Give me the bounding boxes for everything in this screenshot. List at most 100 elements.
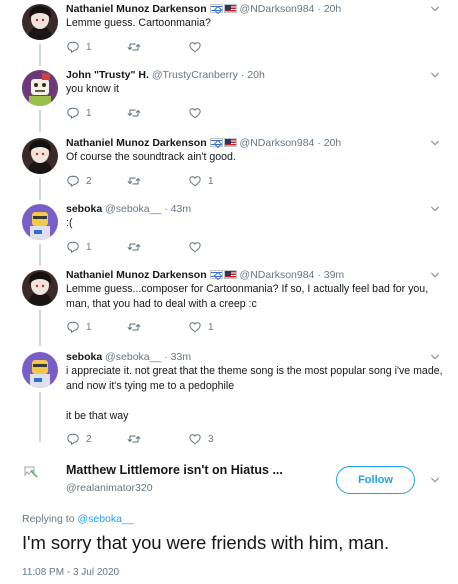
like-count: 1 bbox=[208, 321, 214, 333]
tweet-text: Lemme guess. Cartoonmania? bbox=[66, 17, 211, 29]
retweet-button[interactable] bbox=[127, 174, 188, 188]
retweet-button[interactable] bbox=[127, 240, 188, 254]
reply-icon bbox=[66, 40, 80, 54]
reply-button[interactable]: 1 bbox=[66, 320, 127, 334]
like-button[interactable] bbox=[188, 40, 249, 54]
reply-tweet[interactable]: seboka @seboka__ · 33m i appreciate it. … bbox=[0, 348, 458, 452]
replying-prefix: Replying to bbox=[22, 513, 75, 525]
chevron-down-icon[interactable] bbox=[430, 70, 440, 80]
reply-icon bbox=[66, 174, 80, 188]
retweet-icon bbox=[127, 240, 141, 254]
reply-button[interactable]: 1 bbox=[66, 240, 127, 254]
reply-tweet[interactable]: John "Trusty" H. @TrustyCranberry · 20h … bbox=[0, 66, 458, 132]
tweet-time[interactable]: 33m bbox=[171, 351, 191, 363]
like-button[interactable]: 1 bbox=[188, 320, 249, 334]
avatar[interactable] bbox=[22, 4, 58, 40]
retweet-button[interactable] bbox=[127, 320, 188, 334]
main-author-name[interactable]: Matthew Littlemore isn't on Hiatus ... bbox=[66, 463, 283, 477]
replying-to-link[interactable]: @seboka__ bbox=[77, 513, 133, 525]
reply-count: 2 bbox=[86, 175, 92, 187]
like-button[interactable]: 1 bbox=[188, 174, 249, 188]
reply-icon bbox=[66, 240, 80, 254]
like-icon bbox=[188, 432, 202, 446]
avatar[interactable] bbox=[22, 138, 58, 174]
reply-button[interactable]: 1 bbox=[66, 106, 127, 120]
separator: · bbox=[317, 3, 321, 15]
avatar[interactable] bbox=[22, 270, 58, 306]
main-tweet-text: I'm sorry that you were friends with him… bbox=[22, 532, 389, 553]
author-name[interactable]: seboka bbox=[66, 351, 102, 363]
reply-tweet[interactable]: Nathaniel Munoz Darkenson @NDarkson984 ·… bbox=[0, 0, 458, 66]
reply-tweet[interactable]: seboka @seboka__ · 43m :( 1 bbox=[0, 200, 458, 266]
us-flag-icon bbox=[223, 4, 237, 13]
author-name[interactable]: seboka bbox=[66, 203, 102, 215]
like-count: 1 bbox=[208, 175, 214, 187]
reply-tweet[interactable]: Nathaniel Munoz Darkenson @NDarkson984 ·… bbox=[0, 266, 458, 346]
like-count: 3 bbox=[208, 433, 214, 445]
tweet-header: Nathaniel Munoz Darkenson @NDarkson984 ·… bbox=[66, 2, 341, 16]
tweet-time[interactable]: 43m bbox=[171, 203, 191, 215]
tweet-actions: 2 3 bbox=[66, 432, 249, 446]
thread-line bbox=[39, 178, 41, 200]
israel-flag-icon bbox=[209, 270, 223, 279]
author-name[interactable]: John "Trusty" H. bbox=[66, 69, 149, 81]
like-button[interactable]: 3 bbox=[188, 432, 249, 446]
tweet-time[interactable]: 39m bbox=[324, 269, 344, 281]
chevron-down-icon[interactable] bbox=[430, 352, 440, 362]
tweet-time[interactable]: 20h bbox=[324, 137, 342, 149]
thread-line bbox=[39, 310, 41, 346]
like-button[interactable] bbox=[188, 106, 249, 120]
main-tweet-timestamp[interactable]: 11:08 PM - 3 Jul 2020 bbox=[22, 567, 119, 578]
tweet-header: seboka @seboka__ · 43m bbox=[66, 202, 191, 216]
retweet-button[interactable] bbox=[127, 40, 188, 54]
avatar[interactable] bbox=[22, 70, 58, 106]
author-name[interactable]: Nathaniel Munoz Darkenson bbox=[66, 269, 207, 281]
chevron-down-icon[interactable] bbox=[430, 4, 440, 14]
tweet-text: i appreciate it. not great that the them… bbox=[66, 364, 446, 424]
chevron-down-icon[interactable] bbox=[430, 138, 440, 148]
reply-button[interactable]: 1 bbox=[66, 40, 127, 54]
author-name[interactable]: Nathaniel Munoz Darkenson bbox=[66, 3, 207, 15]
author-name[interactable]: Nathaniel Munoz Darkenson bbox=[66, 137, 207, 149]
like-button[interactable] bbox=[188, 240, 249, 254]
tweet-actions: 1 1 bbox=[66, 320, 249, 334]
follow-button[interactable]: Follow bbox=[336, 466, 415, 494]
broken-image-icon[interactable] bbox=[24, 464, 38, 478]
main-tweet-header: Matthew Littlemore isn't on Hiatus ... @… bbox=[0, 455, 458, 505]
tweet-time[interactable]: 20h bbox=[247, 69, 265, 81]
main-author-handle[interactable]: @realanimator320 bbox=[66, 482, 153, 494]
reply-count: 1 bbox=[86, 41, 92, 53]
author-handle[interactable]: @NDarkson984 bbox=[240, 269, 315, 281]
author-handle[interactable]: @seboka__ bbox=[105, 203, 161, 215]
reply-button[interactable]: 2 bbox=[66, 174, 127, 188]
thread-line bbox=[39, 392, 41, 442]
author-handle[interactable]: @seboka__ bbox=[105, 351, 161, 363]
tweet-actions: 1 bbox=[66, 240, 249, 254]
tweet-header: Nathaniel Munoz Darkenson @NDarkson984 ·… bbox=[66, 136, 341, 150]
replying-to: Replying to @seboka__ bbox=[22, 513, 134, 525]
avatar[interactable] bbox=[22, 352, 58, 388]
separator: · bbox=[317, 269, 321, 281]
chevron-down-icon[interactable] bbox=[430, 204, 440, 214]
tweet-text: :( bbox=[66, 217, 73, 229]
tweet-actions: 2 1 bbox=[66, 174, 249, 188]
us-flag-icon bbox=[223, 270, 237, 279]
tweet-time[interactable]: 20h bbox=[324, 3, 342, 15]
reply-button[interactable]: 2 bbox=[66, 432, 127, 446]
tweet-text-line: and now it's tying me to a pedophile bbox=[66, 380, 235, 392]
retweet-button[interactable] bbox=[127, 106, 188, 120]
retweet-button[interactable] bbox=[127, 432, 188, 446]
reply-count: 1 bbox=[86, 321, 92, 333]
tweet-text-line: it be that way bbox=[66, 410, 129, 422]
author-handle[interactable]: @NDarkson984 bbox=[240, 3, 315, 15]
avatar[interactable] bbox=[22, 204, 58, 240]
chevron-down-icon[interactable] bbox=[430, 475, 440, 485]
tweet-text: Lemme guess...composer for Cartoonmania?… bbox=[66, 282, 436, 312]
chevron-down-icon[interactable] bbox=[430, 270, 440, 280]
tweet-header: John "Trusty" H. @TrustyCranberry · 20h bbox=[66, 68, 265, 82]
author-handle[interactable]: @NDarkson984 bbox=[240, 137, 315, 149]
like-icon bbox=[188, 106, 202, 120]
reply-tweet[interactable]: Nathaniel Munoz Darkenson @NDarkson984 ·… bbox=[0, 134, 458, 200]
us-flag-icon bbox=[223, 138, 237, 147]
author-handle[interactable]: @TrustyCranberry bbox=[152, 69, 238, 81]
